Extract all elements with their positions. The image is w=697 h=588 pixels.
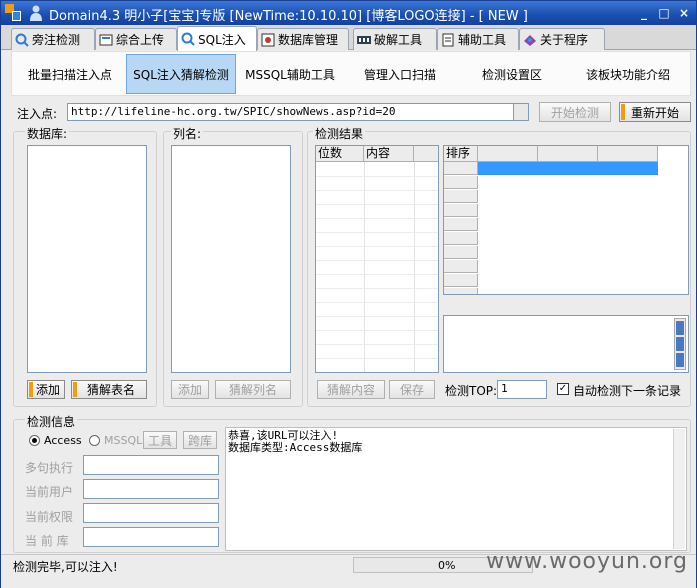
close-icon[interactable]: × [678,6,690,20]
cross-db-button[interactable]: 跨库 [183,431,217,449]
detail-scrollbar[interactable] [674,318,686,370]
results-label: 检测结果 [313,125,366,142]
title-bar[interactable]: Domain4.3 明小子[宝宝]专版 [NewTime:10.10.10] [… [1,1,696,25]
app-logo-icon [5,4,21,21]
add-database-button[interactable]: 添加 [27,380,65,399]
tab-aux-tools[interactable]: 辅助工具 [437,28,519,50]
results-grid[interactable]: 位数 内容 [315,145,439,373]
subtab-admin-scan[interactable]: 管理入口扫描 [350,54,450,94]
subtab-batch-scan[interactable]: 批量扫描注入点 [14,54,126,94]
rank-col-2-header [538,146,598,162]
current-perm-label: 当前权限 [25,510,74,524]
database-label: 数据库: [25,125,70,142]
log-line: 数据库类型:Access数据库 [228,441,363,454]
tab-crack-tools[interactable]: 破解工具 [353,28,437,50]
add-column-button[interactable]: 添加 [171,380,209,399]
col-blank-header [414,146,438,162]
restart-button[interactable]: 重新开始 [619,102,691,122]
tools-icon [442,33,454,46]
minimize-icon[interactable]: _ [638,6,650,20]
crack-icon [357,35,371,44]
window-title: Domain4.3 明小子[宝宝]专版 [NewTime:10.10.10] [… [49,9,528,24]
database-icon [261,33,275,46]
tab-sql-injection[interactable]: SQL注入 [177,26,257,51]
info-label: 检测信息 [25,413,78,430]
save-button[interactable]: 保存 [389,380,435,399]
tools-button[interactable]: 工具 [143,431,177,449]
top-label: 检测TOP: [445,384,498,398]
inject-url-label: 注入点: [17,107,58,121]
multi-exec-label: 多句执行 [25,461,74,475]
subtab-settings[interactable]: 检测设置区 [462,54,562,94]
rank-col-1-header [478,146,538,162]
tab-side-detect[interactable]: 旁注检测 [11,28,95,50]
tab-label: 破解工具 [374,33,423,47]
about-icon [524,34,536,46]
tab-about[interactable]: 关于程序 [519,28,605,50]
log-scrollbar[interactable] [673,429,685,549]
guess-tables-label: 猜解表名 [86,383,135,397]
column-list[interactable] [171,145,291,373]
col-content-header[interactable]: 内容 [364,146,414,162]
col-position-header[interactable]: 位数 [316,146,364,162]
rank-col-3-header [598,146,658,162]
subtab-help[interactable]: 该板块功能介绍 [572,54,684,94]
guess-columns-button[interactable]: 猜解列名 [215,380,291,399]
mssql-radio[interactable] [89,435,100,446]
current-perm-field [83,503,219,523]
inject-url-input[interactable]: http://lifeline-hc.org.tw/SPIC/showNews.… [67,103,515,121]
sql-injection-icon [181,32,195,46]
progress-text: 0% [438,559,456,572]
tab-database-manage[interactable]: 数据库管理 [257,28,349,50]
main-tab-bar: 旁注检测 综合上传 SQL注入 数据库管理 破解工具 辅助工具 关于程序 [1,25,696,51]
access-label: Access [44,434,82,447]
watermark: www.wooyun.org [486,549,688,574]
database-list[interactable] [27,145,147,373]
multi-exec-field [83,455,219,475]
rank-header[interactable]: 排序 [444,146,478,162]
selected-row[interactable] [478,162,658,175]
add-label: 添加 [35,383,60,397]
mssql-label: MSSQL [104,434,143,447]
access-radio[interactable] [29,435,40,446]
guess-content-button[interactable]: 猜解内容 [317,380,385,399]
tab-label: 旁注检测 [32,33,81,47]
current-db-field [83,527,219,547]
tab-label: SQL注入 [198,32,246,47]
start-detect-button[interactable]: 开始检测 [539,102,611,122]
restart-label: 重新开始 [630,105,679,120]
main-window: Domain4.3 明小子[宝宝]专版 [NewTime:10.10.10] [… [0,0,697,588]
tab-label: 辅助工具 [458,33,507,47]
guess-tables-button[interactable]: 猜解表名 [71,380,147,399]
tab-label: 综合上传 [116,33,165,47]
rank-grid[interactable]: 排序 [443,145,689,295]
current-user-field [83,479,219,499]
user-icon [30,5,42,21]
current-db-label: 当 前 库 [25,534,69,548]
subtab-sql-guess[interactable]: SQL注入猜解检测 [126,54,236,94]
url-scrollbar[interactable] [513,103,529,121]
auto-next-checkbox[interactable]: ✓ [557,383,569,395]
subtab-mssql-tools[interactable]: MSSQL辅助工具 [240,54,340,94]
detect-log[interactable]: 恭喜,该URL可以注入! 数据库类型:Access数据库 [225,427,687,551]
tab-label: 关于程序 [540,33,589,47]
maximize-icon[interactable]: □ [658,6,670,20]
magnifier-icon [15,33,29,47]
upload-icon [99,34,113,45]
sub-tab-bar: 批量扫描注入点 SQL注入猜解检测 MSSQL辅助工具 管理入口扫描 检测设置区… [11,51,691,96]
tab-upload[interactable]: 综合上传 [95,28,177,50]
tab-label: 数据库管理 [278,33,339,47]
current-user-label: 当前用户 [25,485,74,499]
auto-next-label: 自动检测下一条记录 [573,384,682,398]
top-input[interactable]: 1 [497,380,547,399]
status-message: 检测完毕,可以注入! [13,560,118,574]
result-detail-box[interactable] [443,315,689,373]
column-label: 列名: [171,125,204,142]
